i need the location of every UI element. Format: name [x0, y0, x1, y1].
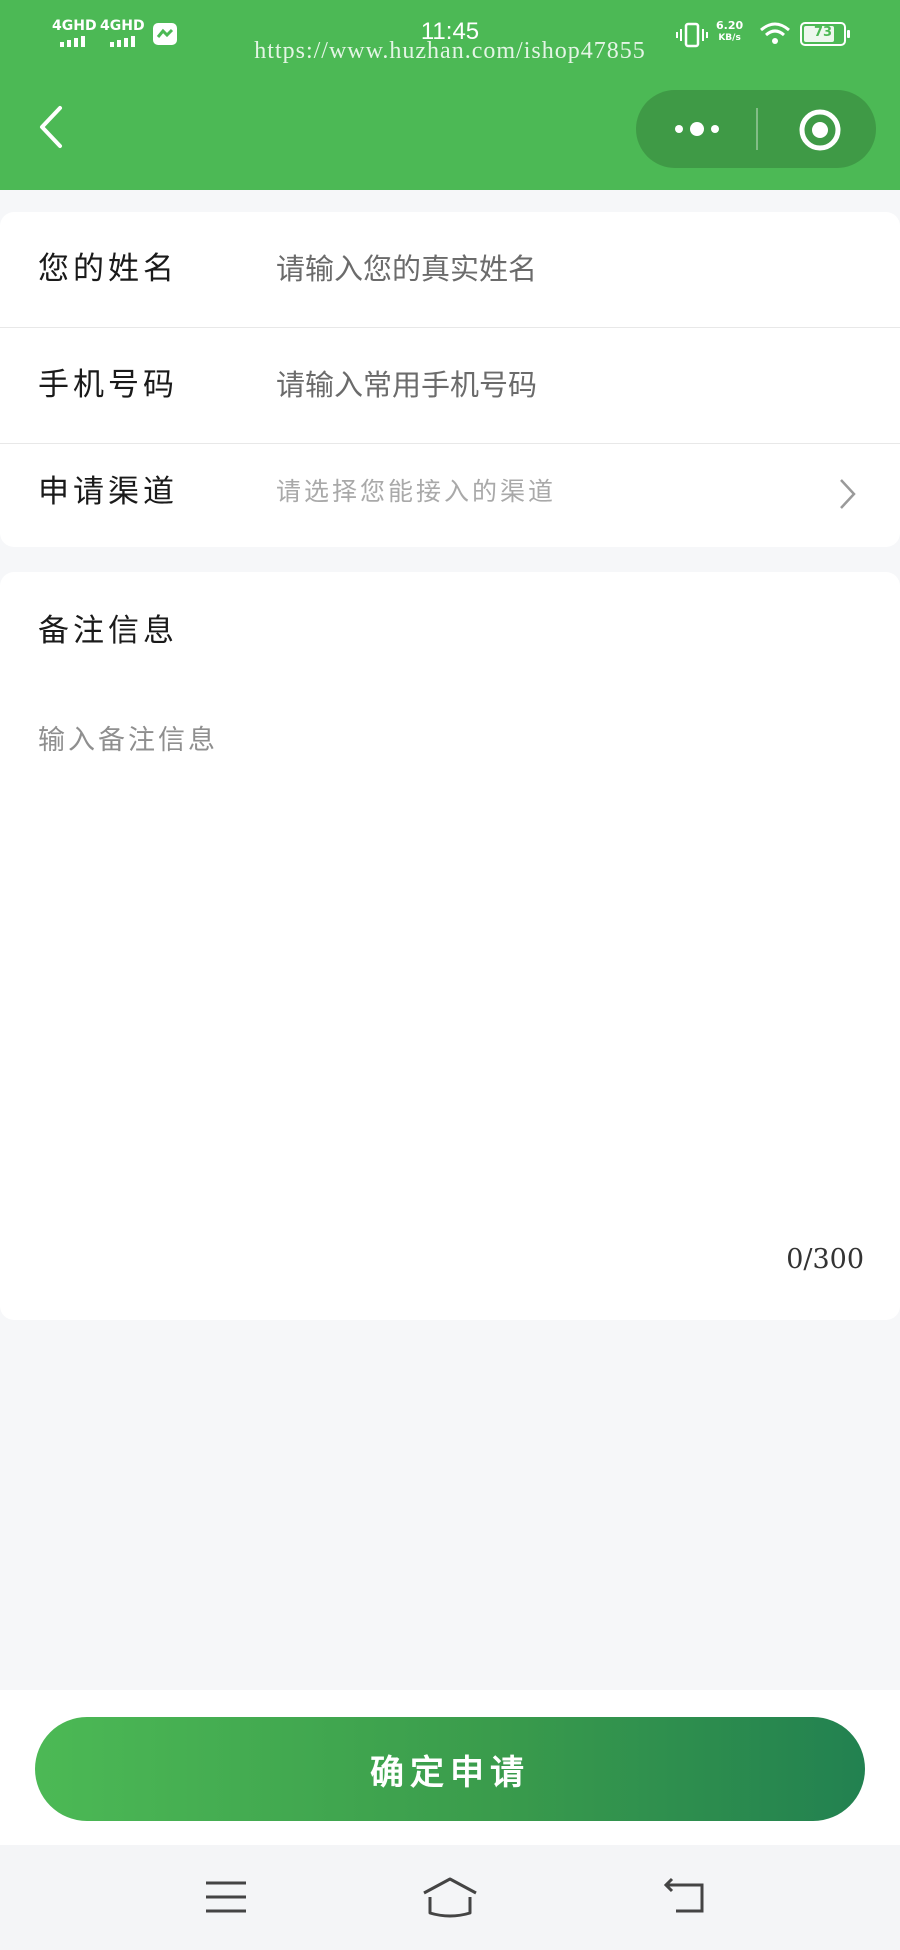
net-speed: 6.20 KB/s	[716, 19, 744, 44]
home-icon[interactable]	[420, 1875, 480, 1919]
phone-row: 手机号码 请输入常用手机号码	[0, 328, 900, 443]
notes-title: 备注信息	[38, 613, 178, 649]
app-header: 4GHD 4GHD 11:45 https://www.huzhan.com/i…	[0, 0, 900, 190]
system-nav-bar	[0, 1845, 900, 1950]
vibrate-icon	[676, 22, 708, 48]
wifi-icon	[760, 22, 790, 44]
name-input[interactable]: 请输入您的真实姓名	[276, 212, 537, 327]
phone-label: 手机号码	[38, 367, 178, 403]
menu-icon[interactable]	[204, 1877, 248, 1917]
notes-textarea[interactable]: 输入备注信息	[38, 718, 218, 757]
phone-input[interactable]: 请输入常用手机号码	[276, 328, 537, 443]
form-card: 您的姓名 请输入您的真实姓名 手机号码 请输入常用手机号码 申请渠道 请选择您能…	[0, 212, 900, 547]
char-counter: 0/300	[786, 1244, 864, 1275]
channel-label: 申请渠道	[38, 474, 178, 510]
back-nav-icon[interactable]	[662, 1877, 710, 1917]
status-bar: 4GHD 4GHD 11:45 https://www.huzhan.com/i…	[0, 0, 900, 70]
notes-card	[0, 572, 900, 1320]
name-row: 您的姓名 请输入您的真实姓名	[0, 212, 900, 327]
capsule-divider	[756, 108, 758, 150]
more-dots-icon[interactable]	[672, 118, 722, 140]
mini-program-capsule	[636, 90, 876, 168]
channel-row[interactable]: 申请渠道 请选择您能接入的渠道	[0, 437, 900, 547]
chevron-left-icon[interactable]	[36, 104, 66, 150]
target-circle-icon[interactable]	[798, 108, 842, 152]
name-label: 您的姓名	[38, 251, 178, 287]
battery-indicator: 73	[800, 22, 850, 46]
channel-select[interactable]: 请选择您能接入的渠道	[276, 437, 556, 547]
submit-button[interactable]: 确定申请	[35, 1717, 865, 1821]
chevron-right-icon	[840, 479, 856, 509]
